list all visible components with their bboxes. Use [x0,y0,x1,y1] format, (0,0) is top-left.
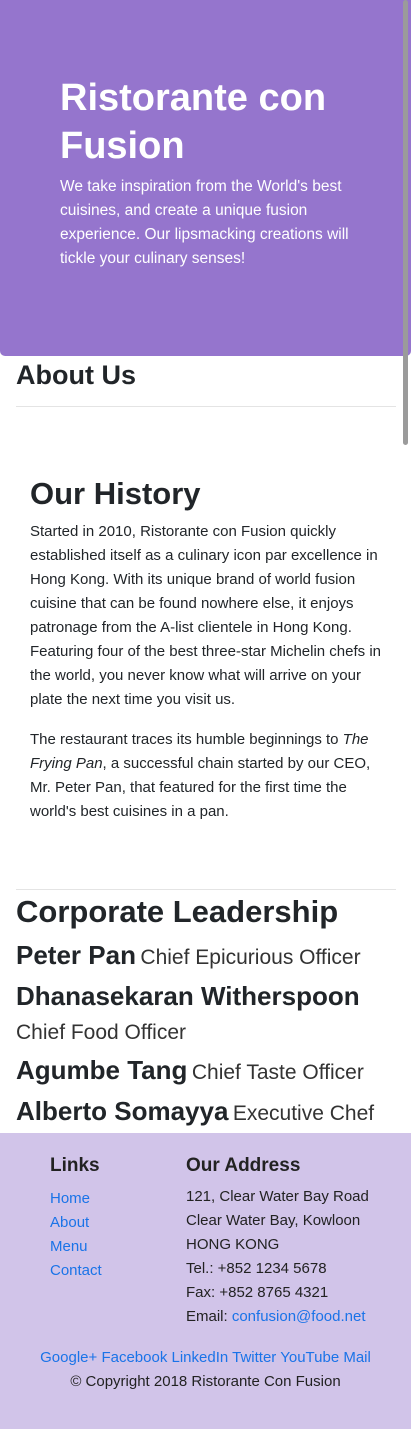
facebook-link[interactable]: Facebook [101,1349,167,1366]
divider [16,889,396,890]
divider [16,406,396,407]
address-line: 121, Clear Water Bay Road [186,1188,369,1205]
footer-link-item: Contact [50,1259,102,1283]
telephone: Tel.: +852 1234 5678 [186,1260,327,1277]
address-block: 121, Clear Water Bay Road Clear Water Ba… [186,1185,369,1329]
history-paragraph-2: The restaurant traces its humble beginni… [30,728,390,824]
leader-title: Chief Epicurious Officer [140,946,361,969]
leader-item: Agumbe Tang Chief Taste Officer [16,1054,396,1091]
footer-link-about[interactable]: About [50,1214,89,1231]
email-label: Email: [186,1308,232,1325]
address-line: Clear Water Bay, Kowloon [186,1212,361,1229]
email-link[interactable]: confusion@food.net [232,1308,366,1325]
email-line: Email: confusion@food.net [186,1305,369,1329]
address-line: HONG KONG [186,1236,280,1253]
our-history-heading: Our History [30,476,201,511]
leader-item: Alberto Somayya Executive Chef [16,1095,396,1132]
leader-item: Dhanasekaran Witherspoon Chief Food Offi… [16,980,396,1051]
leader-item: Peter Pan Chief Epicurious Officer [16,939,396,976]
twitter-link[interactable]: Twitter [232,1349,276,1366]
jumbotron: Ristorante con Fusion We take inspiratio… [0,0,411,356]
footer-link-item: About [50,1211,102,1235]
footer: Links Home About Menu Contact Our Addres… [0,1133,411,1429]
fax: Fax: +852 8765 4321 [186,1284,329,1301]
linkedin-link[interactable]: LinkedIn [172,1349,229,1366]
history-paragraph-2-prefix: The restaurant traces its humble beginni… [30,731,343,748]
footer-link-home[interactable]: Home [50,1190,90,1207]
footer-link-item: Home [50,1187,102,1211]
footer-link-contact[interactable]: Contact [50,1262,102,1279]
scrollbar-thumb[interactable] [403,0,408,445]
footer-link-menu[interactable]: Menu [50,1238,88,1255]
history-paragraph-1: Started in 2010, Ristorante con Fusion q… [30,523,382,708]
youtube-link[interactable]: YouTube [280,1349,339,1366]
links-heading: Links [50,1155,100,1176]
leader-name: Agumbe Tang [16,1055,188,1085]
leader-name: Alberto Somayya [16,1096,229,1126]
leader-title: Chief Food Officer [16,1021,187,1044]
copyright: © Copyright 2018 Ristorante Con Fusion [70,1373,341,1390]
corporate-leadership-heading: Corporate Leadership [16,894,339,929]
leader-name: Peter Pan [16,940,136,970]
footer-links: Home About Menu Contact [50,1187,102,1283]
social-links: Google+ Facebook LinkedIn Twitter YouTub… [0,1346,411,1370]
mail-link[interactable]: Mail [343,1349,371,1366]
leader-title: Chief Taste Officer [191,1061,364,1084]
site-title: Ristorante con Fusion [60,77,327,167]
leader-name: Dhanasekaran Witherspoon [16,981,360,1011]
address-heading: Our Address [186,1155,301,1176]
site-tagline: We take inspiration from the World's bes… [60,178,349,267]
google-plus-link[interactable]: Google+ [40,1349,97,1366]
footer-link-item: Menu [50,1235,102,1259]
leader-title: Executive Chef [232,1102,375,1125]
about-us-heading: About Us [16,360,136,390]
